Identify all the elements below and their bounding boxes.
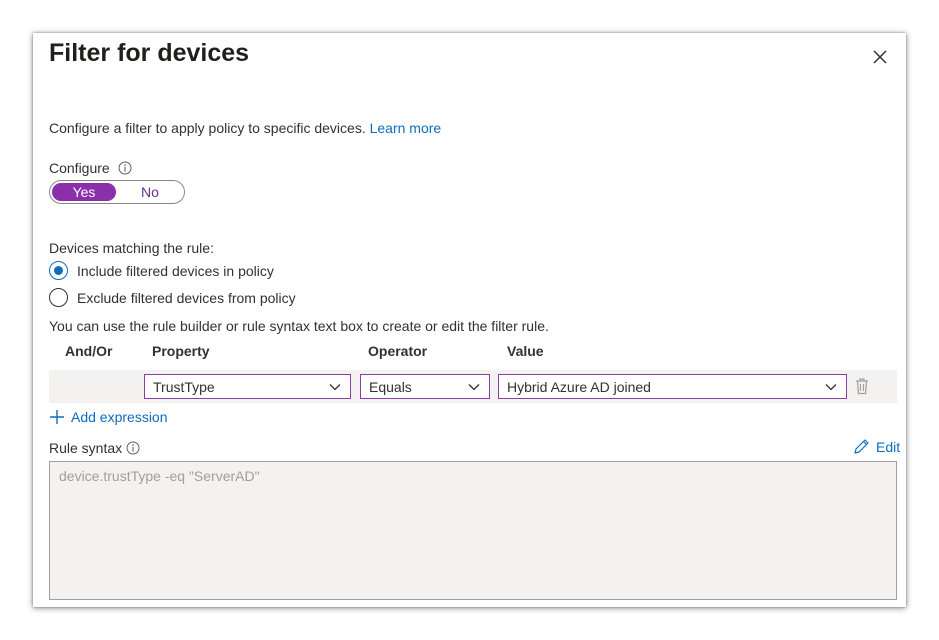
configure-label-text: Configure	[49, 160, 110, 176]
info-icon[interactable]	[118, 161, 132, 175]
column-andor: And/Or	[65, 343, 113, 359]
edit-label: Edit	[876, 438, 901, 455]
add-expression-label: Add expression	[71, 409, 168, 425]
configure-label: Configure	[49, 160, 132, 176]
operator-select[interactable]: Equals	[360, 374, 490, 399]
learn-more-link[interactable]: Learn more	[370, 120, 442, 136]
close-icon[interactable]	[870, 47, 890, 67]
add-expression-button[interactable]: Add expression	[49, 409, 168, 425]
radio-include-label: Include filtered devices in policy	[77, 262, 274, 279]
column-property: Property	[152, 343, 210, 359]
operator-select-value: Equals	[369, 378, 412, 395]
dialog-title: Filter for devices	[49, 39, 250, 67]
info-icon[interactable]	[126, 441, 140, 455]
radio-exclude-label: Exclude filtered devices from policy	[77, 289, 296, 306]
column-value: Value	[507, 343, 544, 359]
chevron-down-icon	[468, 383, 480, 390]
rule-syntax-textbox[interactable]: device.trustType -eq "ServerAD"	[49, 461, 897, 600]
radio-include[interactable]: Include filtered devices in policy	[49, 261, 274, 280]
toggle-no[interactable]: No	[118, 183, 182, 201]
filter-dialog: Filter for devices Configure a filter to…	[33, 33, 906, 607]
radio-exclude-circle[interactable]	[49, 288, 68, 307]
rule-syntax-label-text: Rule syntax	[49, 440, 123, 456]
value-select-value: Hybrid Azure AD joined	[507, 378, 651, 395]
trash-icon[interactable]	[854, 377, 870, 395]
column-operator: Operator	[368, 343, 428, 359]
configure-toggle[interactable]: Yes No	[49, 180, 185, 204]
radio-include-circle[interactable]	[49, 261, 68, 280]
edit-rule-button[interactable]: Edit	[853, 438, 900, 455]
builder-hint: You can use the rule builder or rule syn…	[49, 318, 549, 334]
chevron-down-icon	[329, 383, 341, 390]
chevron-down-icon	[825, 383, 837, 390]
matching-label: Devices matching the rule:	[49, 240, 214, 256]
description-text: Configure a filter to apply policy to sp…	[49, 120, 366, 136]
pencil-icon	[854, 439, 869, 454]
plus-icon	[50, 410, 64, 424]
property-select[interactable]: TrustType	[144, 374, 351, 399]
toggle-yes[interactable]: Yes	[52, 183, 116, 201]
property-select-value: TrustType	[153, 378, 215, 395]
value-select[interactable]: Hybrid Azure AD joined	[498, 374, 847, 399]
dialog-description: Configure a filter to apply policy to sp…	[49, 120, 441, 136]
rule-syntax-label: Rule syntax	[49, 440, 140, 456]
rule-syntax-placeholder: device.trustType -eq "ServerAD"	[59, 468, 260, 484]
radio-exclude[interactable]: Exclude filtered devices from policy	[49, 288, 296, 307]
